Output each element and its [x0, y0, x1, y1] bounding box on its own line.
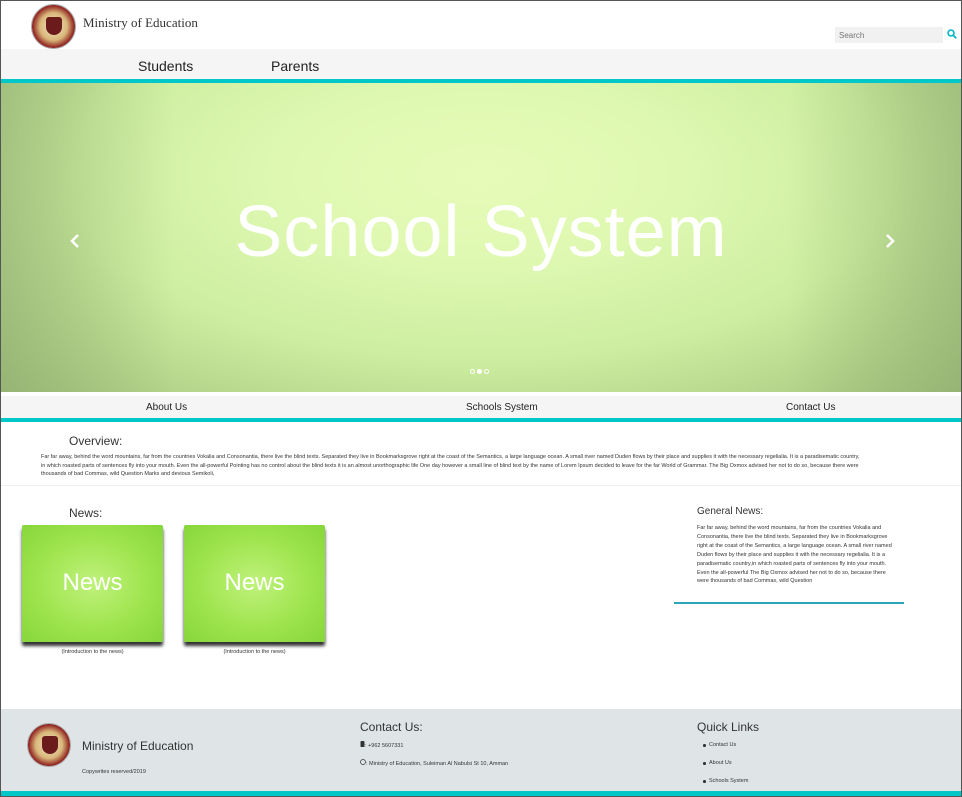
carousel-dot-active[interactable]: [477, 369, 482, 374]
nav-schools-system[interactable]: Schools System: [466, 402, 538, 413]
footer-logo: [27, 723, 71, 767]
nav-parents[interactable]: Parents: [271, 58, 319, 74]
news-card-label: News: [62, 569, 123, 596]
news-heading: News:: [69, 506, 103, 520]
nav-contact-us[interactable]: Contact Us: [786, 402, 835, 413]
overview-heading: Overview:: [69, 434, 123, 448]
subnav-accent-bar: [1, 418, 961, 422]
general-news-text: Far far away, behind the word mountains,…: [697, 525, 892, 585]
general-news-heading: General News:: [697, 506, 764, 517]
copyright-text: Copywrites reserved/2019: [82, 769, 146, 775]
news-caption: (Introduction to the news): [223, 649, 286, 655]
contact-heading: Contact Us:: [360, 720, 423, 734]
section-divider: [1, 485, 961, 486]
hero-title: School System: [234, 192, 728, 272]
phone-row: : +962 5607331: [360, 741, 403, 749]
chevron-left-icon[interactable]: [66, 231, 86, 251]
search-input[interactable]: [835, 27, 943, 43]
search-icon[interactable]: [947, 29, 957, 39]
brand-name[interactable]: Ministry of Education: [83, 15, 198, 31]
carousel-dot[interactable]: [470, 369, 475, 374]
quick-link-about-us[interactable]: About Us: [703, 760, 732, 766]
news-card[interactable]: News: [184, 525, 325, 642]
main-nav: Students Parents: [1, 49, 961, 79]
quick-link-contact-us[interactable]: Contact Us: [702, 742, 736, 748]
general-news-underline: [674, 602, 904, 604]
nav-about-us[interactable]: About Us: [146, 402, 187, 413]
news-card[interactable]: News: [22, 525, 163, 642]
quick-link-schools-system[interactable]: Schools System: [702, 778, 748, 784]
carousel-dot[interactable]: [484, 369, 489, 374]
secondary-nav: About Us Schools System Contact Us: [1, 396, 961, 418]
chevron-right-icon[interactable]: [879, 231, 899, 251]
nav-students[interactable]: Students: [138, 58, 193, 74]
carousel-indicators: [470, 369, 489, 374]
hero-carousel: School System: [1, 83, 961, 392]
news-card-label: News: [224, 569, 285, 596]
footer: Ministry of Education Copywrites reserve…: [1, 709, 961, 791]
footer-accent-bar: [1, 791, 961, 796]
address-row: : Ministry of Education, Suleiman Al Nab…: [360, 759, 508, 767]
ministry-logo[interactable]: [31, 4, 76, 49]
phone-number: : +962 5607331: [365, 743, 404, 749]
footer-brand: Ministry of Education: [82, 739, 194, 753]
quick-links-heading: Quick Links: [697, 720, 760, 734]
news-caption: (Introduction to the news): [61, 649, 124, 655]
header: Ministry of Education: [1, 1, 961, 49]
overview-text: Far far away, behind the word mountains,…: [41, 454, 860, 477]
address-text: : Ministry of Education, Suleiman Al Nab…: [366, 761, 509, 767]
